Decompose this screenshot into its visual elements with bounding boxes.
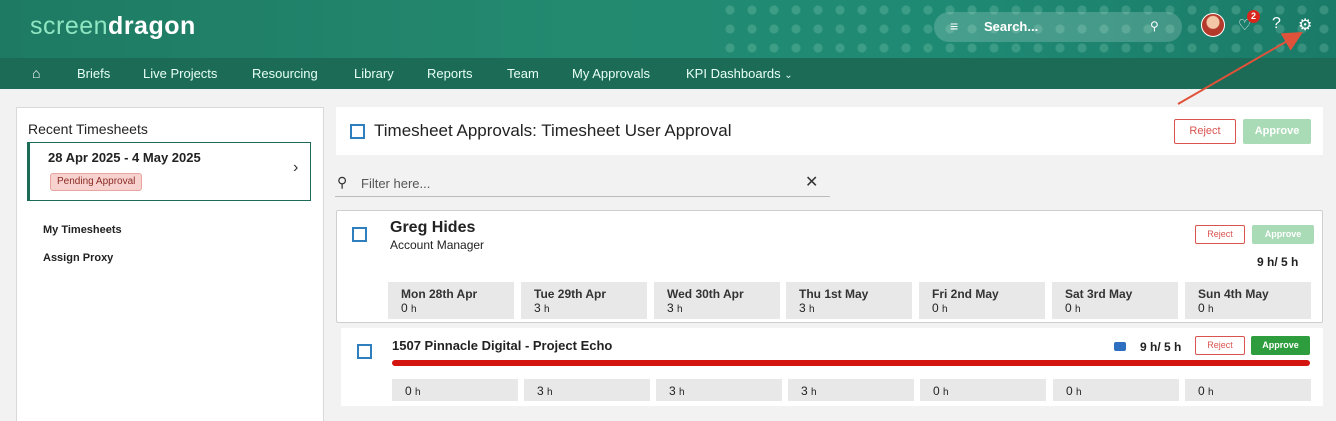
annotation-arrow — [1177, 32, 1303, 105]
